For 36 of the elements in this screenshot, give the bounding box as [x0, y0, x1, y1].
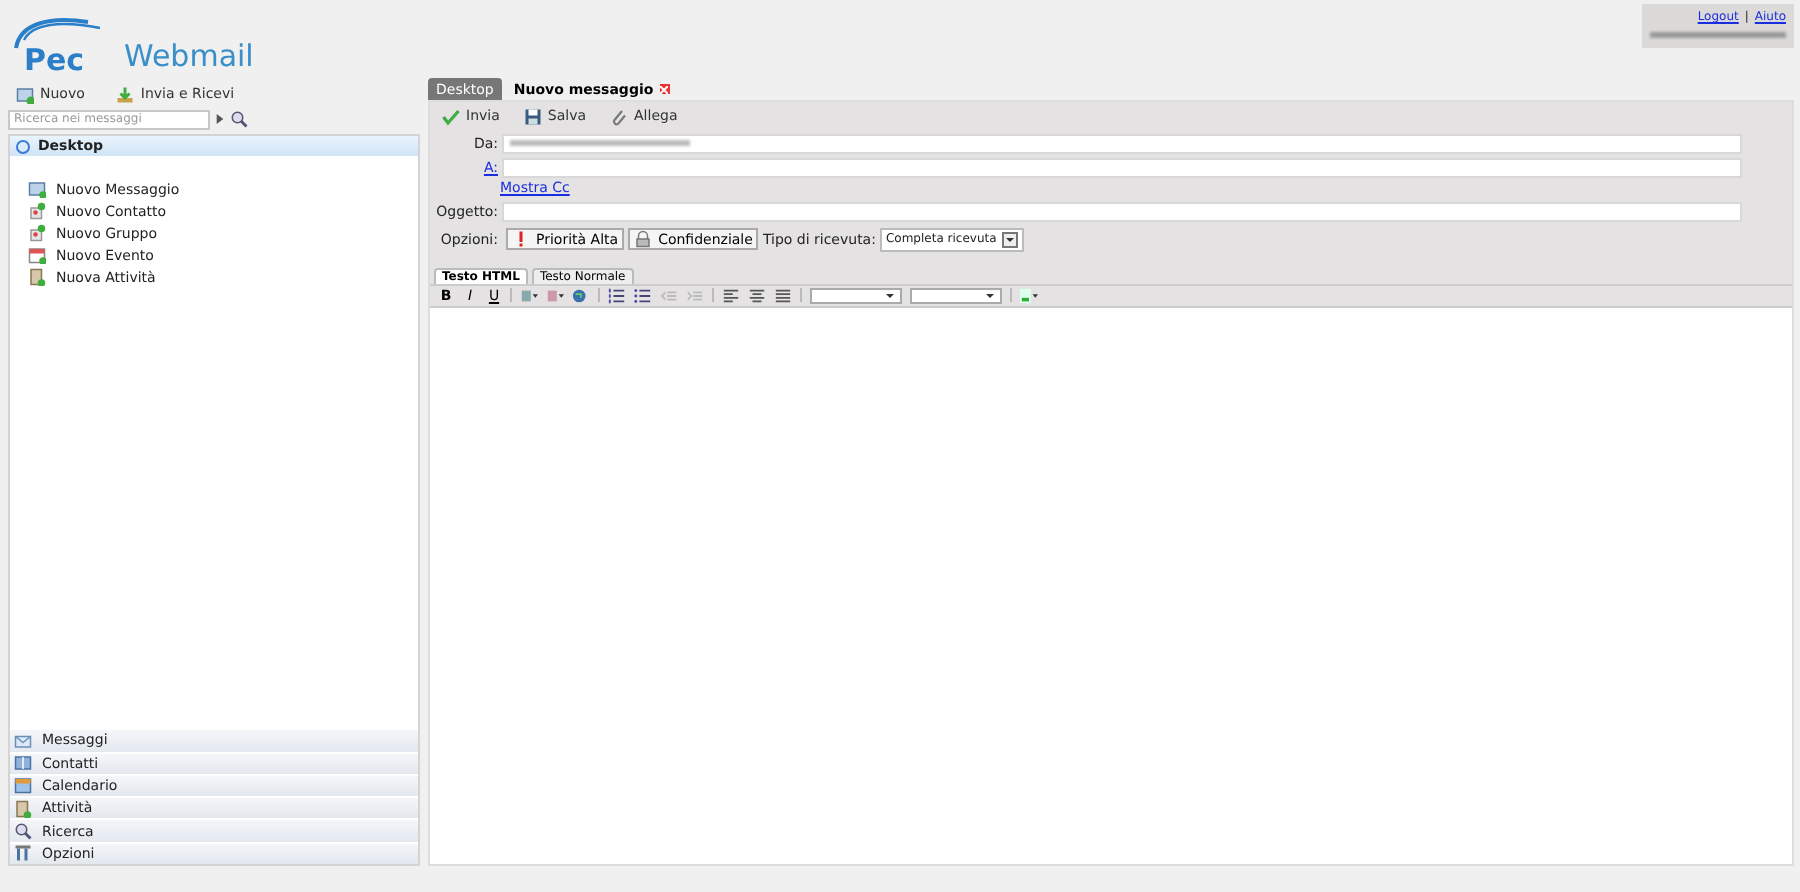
close-icon[interactable] [659, 84, 670, 94]
numbered-list-icon[interactable] [608, 287, 626, 303]
search-icon [14, 822, 32, 841]
app-title: Webmail [124, 38, 254, 78]
calendar-add-icon [28, 246, 46, 264]
play-arrow-icon[interactable] [216, 114, 224, 124]
padlock-icon [634, 230, 653, 248]
input-field[interactable] [502, 133, 1742, 154]
new-message-icon [28, 180, 46, 198]
envelope-icon [14, 731, 32, 750]
contact-card-icon [28, 202, 46, 220]
input-field[interactable] [502, 158, 1742, 179]
address-book-icon [14, 754, 32, 773]
calendar-icon [14, 776, 32, 795]
paperclip-icon [610, 107, 629, 125]
ring-icon [16, 139, 30, 153]
download-icon [116, 85, 135, 103]
logo: Pec [8, 12, 112, 80]
highlight-color-icon[interactable] [546, 287, 564, 303]
globe-icon[interactable] [572, 287, 590, 303]
text-color-icon[interactable] [520, 287, 538, 303]
clipboard-icon [28, 268, 46, 286]
bullet-list-icon[interactable] [634, 287, 652, 303]
group-card-icon [28, 224, 46, 242]
input-field[interactable] [502, 201, 1742, 222]
checkmark-icon [442, 107, 460, 125]
clipboard-icon [14, 799, 32, 818]
align-left-icon[interactable] [722, 287, 740, 303]
blurred-email [1650, 32, 1786, 38]
tools-icon [14, 844, 32, 863]
search-icon[interactable] [230, 110, 248, 128]
align-justify-icon[interactable] [774, 287, 792, 303]
new-mail-icon [16, 85, 34, 103]
image-icon[interactable] [1020, 287, 1038, 303]
align-center-icon[interactable] [748, 287, 766, 303]
dropdown-arrow-icon[interactable] [1002, 231, 1019, 247]
